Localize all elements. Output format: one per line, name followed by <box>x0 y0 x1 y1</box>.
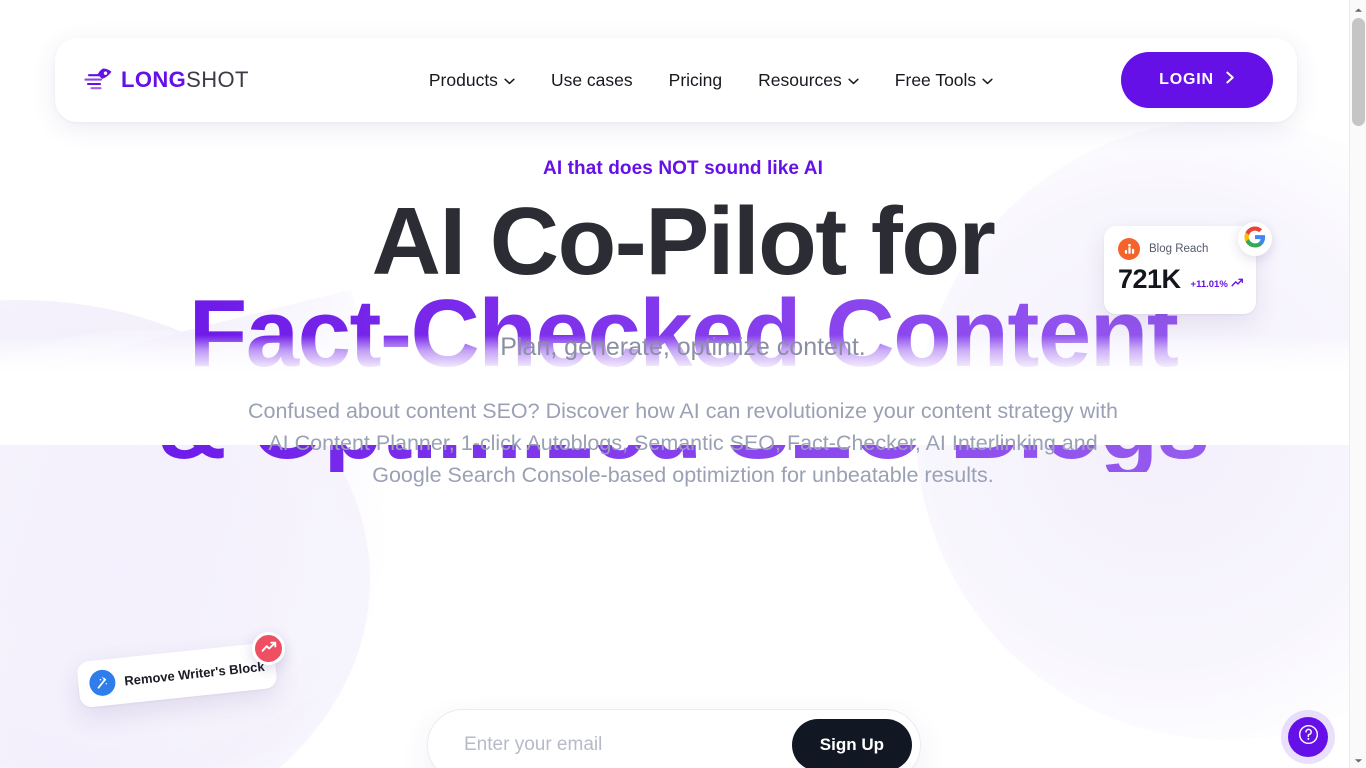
nav-item-resources[interactable]: Resources <box>758 70 859 91</box>
subheading-line-1: Confused about content SEO? Discover how… <box>247 399 1119 423</box>
chevron-down-icon <box>1354 751 1363 768</box>
logo[interactable]: LONGSHOT <box>83 67 249 93</box>
nav-item-label: Use cases <box>550 69 633 90</box>
hero-tagline: Plan, generate, optimize content. <box>500 333 866 361</box>
scrollbar-thumb[interactable] <box>1352 18 1365 126</box>
chevron-up-icon <box>1354 0 1363 18</box>
chevron-down-icon <box>504 78 515 85</box>
browser-scrollbar[interactable] <box>1349 0 1366 768</box>
chevron-right-icon <box>1226 71 1235 89</box>
trending-up-icon <box>261 640 277 658</box>
magic-wand-icon <box>88 668 117 698</box>
nav-item-label: Products <box>428 69 498 90</box>
nav-item-label: Free Tools <box>894 69 977 90</box>
blog-reach-delta: +11.01% <box>1191 278 1244 293</box>
subheading-line-2: AI Content Planner, 1-click Autoblogs, S… <box>268 431 1098 455</box>
signup-button[interactable]: Sign Up <box>791 719 912 768</box>
writers-block-label: Remove Writer's Block <box>123 658 266 688</box>
subheading-line-3: Google Search Console-based optimiztion … <box>372 463 994 487</box>
blog-reach-label: Blog Reach <box>1149 243 1209 255</box>
logo-text: LONGSHOT <box>121 67 249 93</box>
email-input[interactable] <box>464 734 792 756</box>
nav-item-label: Pricing <box>668 69 723 90</box>
scrollbar-up-arrow[interactable] <box>1350 0 1366 17</box>
help-button[interactable] <box>1288 717 1328 757</box>
writers-block-card: Remove Writer's Block <box>76 641 278 709</box>
blog-reach-metrics: 721K +11.01% <box>1118 266 1244 293</box>
question-mark-icon <box>1297 723 1320 751</box>
chevron-down-icon <box>982 78 993 85</box>
rocket-lines-icon <box>83 67 113 93</box>
blog-reach-card: Blog Reach 721K +11.01% <box>1104 226 1256 314</box>
logo-text-light: SHOT <box>186 67 249 92</box>
google-badge <box>1238 222 1272 256</box>
login-button[interactable]: LOGIN <box>1121 52 1273 108</box>
bar-chart-icon <box>1118 238 1140 260</box>
main-nav: Products Use cases Pricing Resources Fre… <box>429 70 993 91</box>
trending-up-badge <box>252 632 285 665</box>
site-header: LONGSHOT Products Use cases Pricing Reso… <box>55 38 1297 122</box>
hero-subheading: Confused about content SEO? Discover how… <box>0 395 1366 491</box>
google-g-icon <box>1244 225 1266 253</box>
chevron-down-icon <box>848 78 859 85</box>
logo-text-bold: LONG <box>121 67 187 92</box>
nav-item-label: Resources <box>758 69 842 90</box>
blog-reach-value: 721K <box>1118 264 1181 294</box>
nav-item-products[interactable]: Products <box>429 70 515 91</box>
nav-item-free-tools[interactable]: Free Tools <box>895 70 993 91</box>
login-button-label: LOGIN <box>1159 71 1214 88</box>
blog-reach-header: Blog Reach <box>1118 238 1244 260</box>
email-signup-form: Sign Up <box>427 709 921 768</box>
blog-reach-delta-value: +11.01% <box>1190 278 1228 290</box>
hero-eyebrow: AI that does NOT sound like AI <box>543 158 823 179</box>
nav-item-use-cases[interactable]: Use cases <box>551 70 633 91</box>
nav-item-pricing[interactable]: Pricing <box>669 70 723 91</box>
page-root: LONGSHOT Products Use cases Pricing Reso… <box>0 0 1366 768</box>
trending-up-icon <box>1231 278 1244 290</box>
scrollbar-down-arrow[interactable] <box>1350 751 1366 768</box>
